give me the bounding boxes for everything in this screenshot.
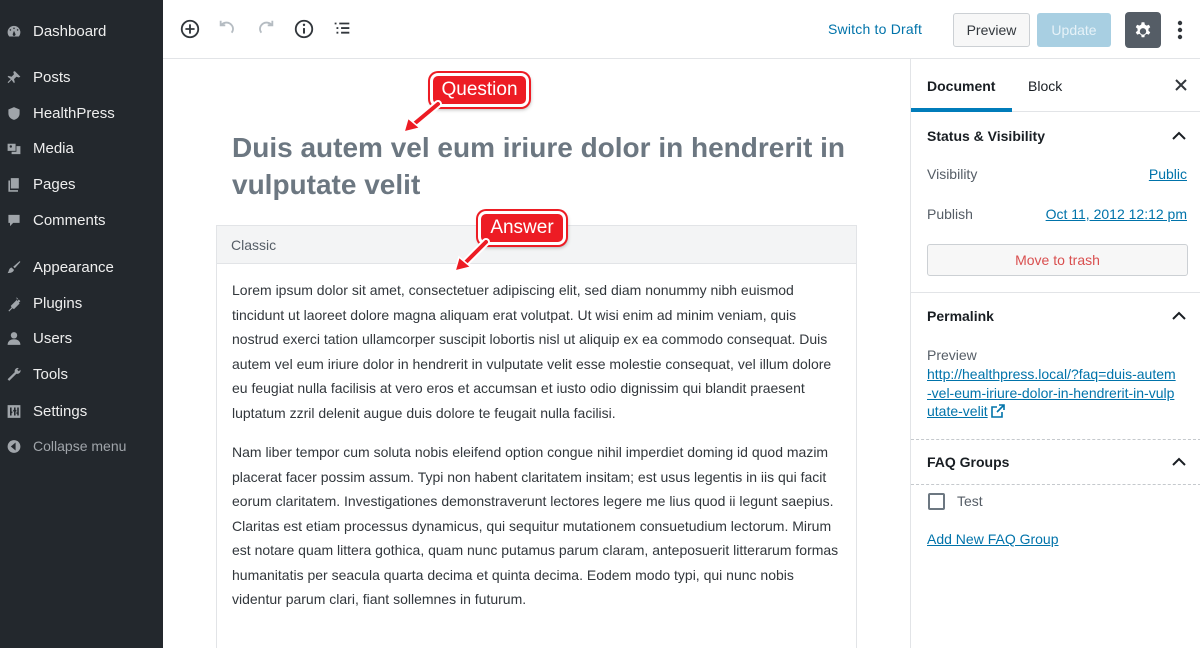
- sidebar-item-label: Dashboard: [33, 22, 107, 40]
- plugin-icon: [6, 295, 22, 311]
- close-icon[interactable]: [1173, 77, 1189, 93]
- sidebar-item-appearance[interactable]: Appearance: [0, 250, 163, 284]
- pages-icon: [6, 176, 22, 192]
- sidebar-item-label: Posts: [33, 68, 71, 86]
- sidebar-tabs: Document Block: [911, 59, 1200, 112]
- permalink-url-text: http://healthpress.local/?faq=duis-autem…: [927, 366, 1176, 419]
- status-visibility-header[interactable]: Status & Visibility: [927, 128, 1045, 144]
- faq-group-label[interactable]: Test: [957, 493, 983, 509]
- question-arrow-icon: [402, 100, 442, 134]
- undo-icon[interactable]: [217, 18, 239, 40]
- chevron-up-icon[interactable]: [1170, 453, 1188, 471]
- update-button[interactable]: Update: [1037, 13, 1111, 47]
- sidebar-item-label: HealthPress: [33, 104, 115, 122]
- sidebar-item-label: Tools: [33, 365, 69, 383]
- paragraph: Nam liber tempor cum soluta nobis eleife…: [232, 444, 839, 607]
- sidebar-item-label: Appearance: [33, 258, 114, 276]
- tab-block[interactable]: Block: [1028, 78, 1062, 94]
- admin-sidebar: Dashboard Posts HealthPress Media Pages …: [0, 0, 163, 648]
- more-options-button[interactable]: [1172, 16, 1188, 44]
- brush-icon: [6, 259, 22, 275]
- add-block-icon[interactable]: [179, 18, 201, 40]
- settings-sidebar: Document Block Status & Visibility Visib…: [910, 59, 1200, 648]
- editor-canvas: Duis autem vel eum iriure dolor in hendr…: [163, 59, 910, 648]
- redo-icon[interactable]: [254, 18, 276, 40]
- sidebar-item-pages[interactable]: Pages: [0, 167, 163, 201]
- user-icon: [6, 330, 22, 346]
- move-to-trash-button[interactable]: Move to trash: [927, 244, 1188, 276]
- sidebar-item-label: Pages: [33, 175, 76, 193]
- shield-icon: [6, 105, 22, 121]
- sidebar-item-label: Comments: [33, 211, 106, 229]
- sidebar-item-media[interactable]: Media: [0, 131, 163, 165]
- visibility-label: Visibility: [927, 166, 978, 182]
- media-icon: [6, 140, 22, 156]
- pin-icon: [6, 69, 22, 85]
- settings-toggle-button[interactable]: [1125, 12, 1161, 48]
- dashboard-icon: [6, 23, 22, 39]
- wrench-icon: [6, 366, 22, 382]
- sidebar-item-dashboard[interactable]: Dashboard: [0, 14, 163, 48]
- visibility-link[interactable]: Public: [1149, 166, 1187, 182]
- permalink-preview-label: Preview: [927, 347, 977, 363]
- sidebar-item-plugins[interactable]: Plugins: [0, 286, 163, 320]
- faq-groups-header[interactable]: FAQ Groups: [927, 454, 1009, 470]
- info-icon[interactable]: [293, 18, 315, 40]
- preview-button[interactable]: Preview: [953, 13, 1030, 47]
- comment-icon: [6, 212, 22, 228]
- answer-arrow-icon: [453, 238, 490, 273]
- post-title[interactable]: Duis autem vel eum iriure dolor in hendr…: [232, 129, 852, 203]
- sidebar-item-label: Users: [33, 329, 73, 347]
- more-vertical-icon: [1177, 20, 1183, 40]
- add-new-faq-group-link[interactable]: Add New FAQ Group: [927, 531, 1059, 547]
- settings-icon: [6, 403, 22, 419]
- sidebar-item-label: Media: [33, 139, 74, 157]
- permalink-header[interactable]: Permalink: [927, 308, 994, 324]
- outline-icon[interactable]: [331, 18, 353, 40]
- sidebar-item-label: Settings: [33, 402, 88, 420]
- editor-toolbar: Switch to Draft Preview Update: [163, 0, 1200, 59]
- gear-icon: [1135, 22, 1151, 38]
- collapse-menu-label: Collapse menu: [33, 438, 127, 454]
- sidebar-item-posts[interactable]: Posts: [0, 60, 163, 94]
- faq-group-checkbox[interactable]: [928, 493, 945, 510]
- divider: [911, 292, 1200, 293]
- publish-label: Publish: [927, 206, 973, 222]
- switch-to-draft-link[interactable]: Switch to Draft: [828, 21, 922, 37]
- tab-document[interactable]: Document: [927, 78, 995, 94]
- classic-block-content[interactable]: Lorem ipsum dolor sit amet, consectetuer…: [217, 264, 856, 612]
- permalink-url-link[interactable]: http://healthpress.local/?faq=duis-autem…: [927, 365, 1177, 421]
- external-link-icon: [990, 404, 1005, 418]
- collapse-menu-button[interactable]: Collapse menu: [0, 429, 163, 463]
- sidebar-item-healthpress[interactable]: HealthPress: [0, 96, 163, 130]
- publish-date-link[interactable]: Oct 11, 2012 12:12 pm: [1046, 206, 1187, 222]
- sidebar-item-users[interactable]: Users: [0, 321, 163, 355]
- sidebar-item-settings[interactable]: Settings: [0, 394, 163, 428]
- chevron-up-icon[interactable]: [1170, 307, 1188, 325]
- paragraph: Lorem ipsum dolor sit amet, consectetuer…: [232, 282, 832, 421]
- sidebar-item-tools[interactable]: Tools: [0, 357, 163, 391]
- active-tab-indicator: [911, 108, 1012, 112]
- sidebar-item-comments[interactable]: Comments: [0, 203, 163, 237]
- chevron-up-icon[interactable]: [1170, 127, 1188, 145]
- sidebar-item-label: Plugins: [33, 294, 83, 312]
- collapse-icon: [6, 438, 22, 454]
- classic-block[interactable]: Classic Lorem ipsum dolor sit amet, cons…: [216, 225, 857, 648]
